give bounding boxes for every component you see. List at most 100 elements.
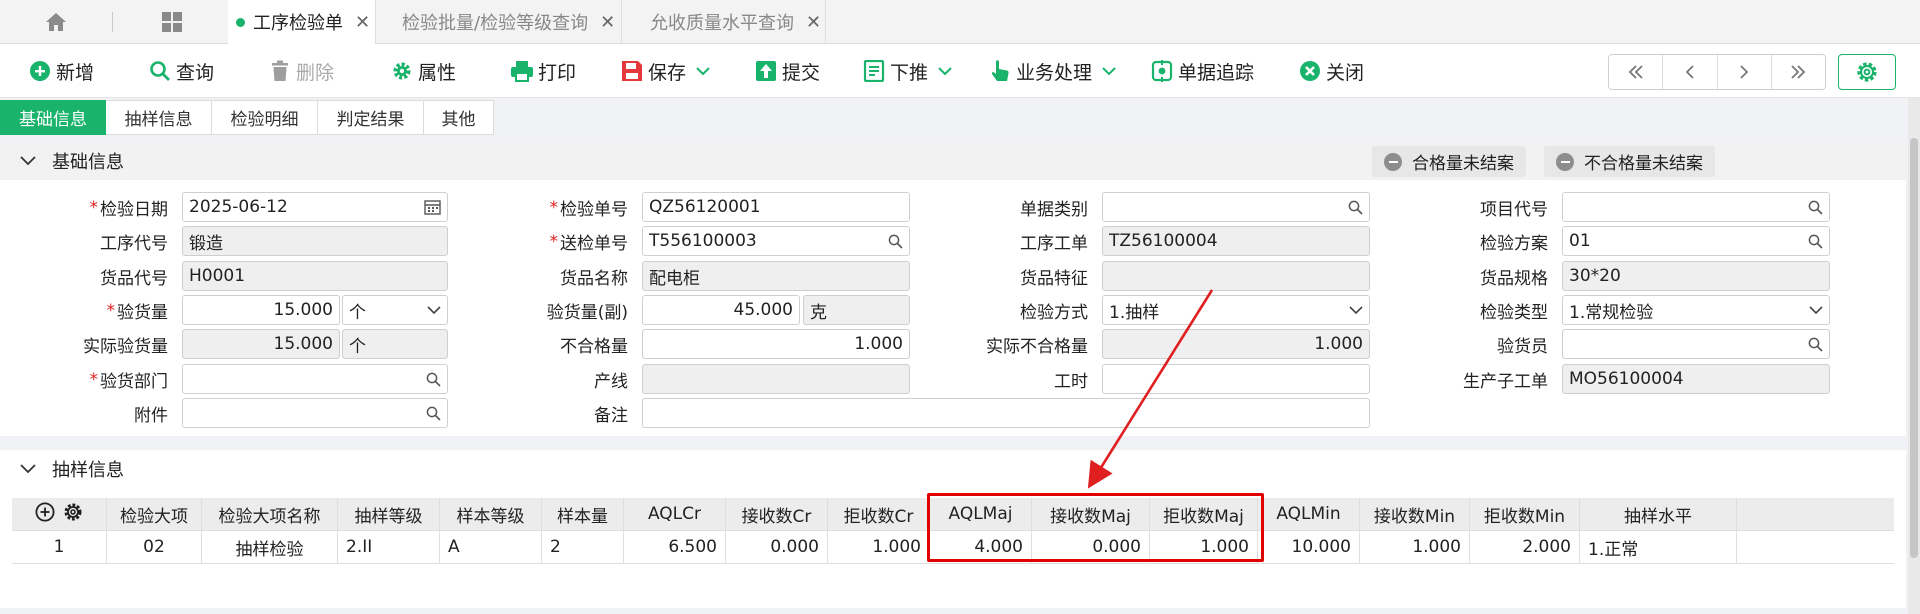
col-header[interactable]: 接收数Min [1360, 498, 1470, 531]
cell-accept-min[interactable]: 1.000 [1360, 531, 1470, 564]
settings-gear-button[interactable] [1838, 54, 1896, 90]
col-header[interactable]: 抽样等级 [338, 498, 440, 531]
type-select[interactable]: 1.常规检验 [1562, 295, 1830, 325]
chevron-down-icon[interactable] [20, 464, 36, 474]
search-icon[interactable] [1808, 200, 1823, 215]
ng-qty-field[interactable]: 1.000 [642, 329, 910, 359]
qty-unit-select[interactable]: 个 [342, 295, 448, 325]
subtab-detail[interactable]: 检验明细 [212, 100, 318, 135]
col-header[interactable]: 检验大项 [107, 498, 202, 531]
remark-field[interactable] [642, 398, 1370, 428]
search-icon[interactable] [1348, 200, 1363, 215]
scheme-field[interactable]: 01 [1562, 226, 1830, 256]
prev-record-icon[interactable] [1663, 55, 1718, 89]
attach-field[interactable] [182, 398, 448, 428]
dept-field[interactable] [182, 364, 448, 394]
cell-sample-size[interactable]: 2 [542, 531, 624, 564]
col-header[interactable]: 样本等级 [440, 498, 542, 531]
submit-button[interactable]: 提交 [754, 44, 820, 98]
send-no-field[interactable]: T556100003 [642, 226, 910, 256]
ok-qty-unclosed-badge[interactable]: 合格量未结案 [1372, 146, 1526, 177]
cell-sampling-level[interactable]: 2.II [338, 531, 440, 564]
close-tab-icon[interactable]: ✕ [806, 12, 821, 33]
save-button[interactable]: 保存 [620, 44, 710, 98]
doc-type-field[interactable] [1102, 192, 1370, 222]
chevron-down-icon[interactable] [1102, 66, 1116, 76]
active-dot-icon [236, 17, 245, 27]
col-header[interactable]: 抽样水平 [1580, 498, 1737, 531]
new-button[interactable]: 新增 [28, 44, 94, 98]
gear-icon[interactable] [63, 502, 83, 527]
label-qty-sub: 验货量(副) [546, 303, 628, 323]
search-icon[interactable] [1808, 337, 1823, 352]
home-icon[interactable] [34, 0, 78, 44]
cell-accept-cr[interactable]: 0.000 [726, 531, 828, 564]
sampling-header[interactable]: 抽样信息 [0, 450, 1906, 488]
subtab-sampling[interactable]: 抽样信息 [106, 100, 212, 135]
chevron-down-icon[interactable] [696, 66, 710, 76]
delete-button[interactable]: 删除 [268, 44, 334, 98]
label-spec: 货品规格 [1480, 269, 1548, 289]
calendar-icon[interactable] [424, 199, 441, 215]
cell-sample-grade[interactable]: A [440, 531, 542, 564]
chevron-down-icon[interactable] [20, 156, 36, 166]
business-process-button[interactable]: 业务处理 [988, 44, 1116, 98]
apps-grid-icon[interactable] [150, 0, 194, 44]
tab-batch-level-query[interactable]: 检验批量/检验等级查询 ✕ [376, 0, 622, 44]
add-row-icon[interactable] [35, 501, 55, 527]
label-line: 产线 [594, 372, 628, 392]
inspect-date-field[interactable]: 2025-06-12 [182, 192, 448, 222]
close-tab-icon[interactable]: ✕ [600, 12, 615, 33]
project-code-field[interactable] [1562, 192, 1830, 222]
label-work-hours: 工时 [1054, 372, 1088, 392]
cell-aql-min[interactable]: 10.000 [1258, 531, 1360, 564]
col-header[interactable]: 接收数Cr [726, 498, 828, 531]
qty-sub-field[interactable]: 45.000 [642, 295, 800, 325]
cell-item-name[interactable]: 抽样检验 [202, 531, 338, 564]
cell-reject-min[interactable]: 2.000 [1470, 531, 1580, 564]
chevron-down-icon[interactable] [938, 66, 952, 76]
scrollbar-thumb[interactable] [1910, 138, 1918, 558]
close-button[interactable]: 关闭 [1298, 44, 1364, 98]
first-record-icon[interactable] [1609, 55, 1664, 89]
cell-sampling-plan-level[interactable]: 1.正常 [1580, 531, 1737, 564]
subtab-basic[interactable]: 基础信息 [0, 100, 106, 135]
sub-mo-field: MO56100004 [1562, 364, 1830, 394]
subtab-other[interactable]: 其他 [424, 100, 494, 135]
properties-button[interactable]: 属性 [390, 44, 456, 98]
inspector-field[interactable] [1562, 329, 1830, 359]
ng-qty-unclosed-badge[interactable]: 不合格量未结案 [1544, 146, 1715, 177]
push-down-button[interactable]: 下推 [862, 44, 952, 98]
col-header[interactable]: 检验大项名称 [202, 498, 338, 531]
tab-process-inspection[interactable]: 工序检验单 ✕ [228, 0, 376, 44]
cell-aql-cr[interactable]: 6.500 [624, 531, 726, 564]
tab-aql-query[interactable]: 允收质量水平查询 ✕ [622, 0, 826, 44]
method-select[interactable]: 1.抽样 [1102, 295, 1370, 325]
last-record-icon[interactable] [1772, 55, 1825, 89]
search-icon[interactable] [426, 372, 441, 387]
cell-item-code[interactable]: 02 [107, 531, 202, 564]
col-header[interactable]: AQLMin [1258, 498, 1360, 531]
cell-reject-cr[interactable]: 1.000 [828, 531, 930, 564]
subtab-judgement[interactable]: 判定结果 [318, 100, 424, 135]
next-record-icon[interactable] [1718, 55, 1772, 89]
inspect-no-field[interactable]: QZ56120001 [642, 192, 910, 222]
search-icon[interactable] [1808, 234, 1823, 249]
query-button[interactable]: 查询 [148, 44, 214, 98]
label-actual-qty: 实际验货量 [83, 337, 168, 357]
trace-button[interactable]: 单据追踪 [1150, 44, 1254, 98]
close-tab-icon[interactable]: ✕ [355, 12, 370, 33]
gear-icon [1857, 62, 1877, 82]
col-header[interactable]: AQLCr [624, 498, 726, 531]
work-hours-field[interactable] [1102, 364, 1370, 394]
print-button[interactable]: 打印 [510, 44, 576, 98]
vertical-scrollbar[interactable] [1908, 98, 1920, 614]
search-icon[interactable] [426, 406, 441, 421]
minus-circle-icon [1556, 152, 1574, 171]
trash-icon [268, 59, 292, 83]
search-icon[interactable] [888, 234, 903, 249]
qty-field[interactable]: 15.000 [182, 295, 340, 325]
col-header[interactable]: 拒收数Min [1470, 498, 1580, 531]
col-header[interactable]: 拒收数Cr [828, 498, 930, 531]
col-header[interactable]: 样本量 [542, 498, 624, 531]
